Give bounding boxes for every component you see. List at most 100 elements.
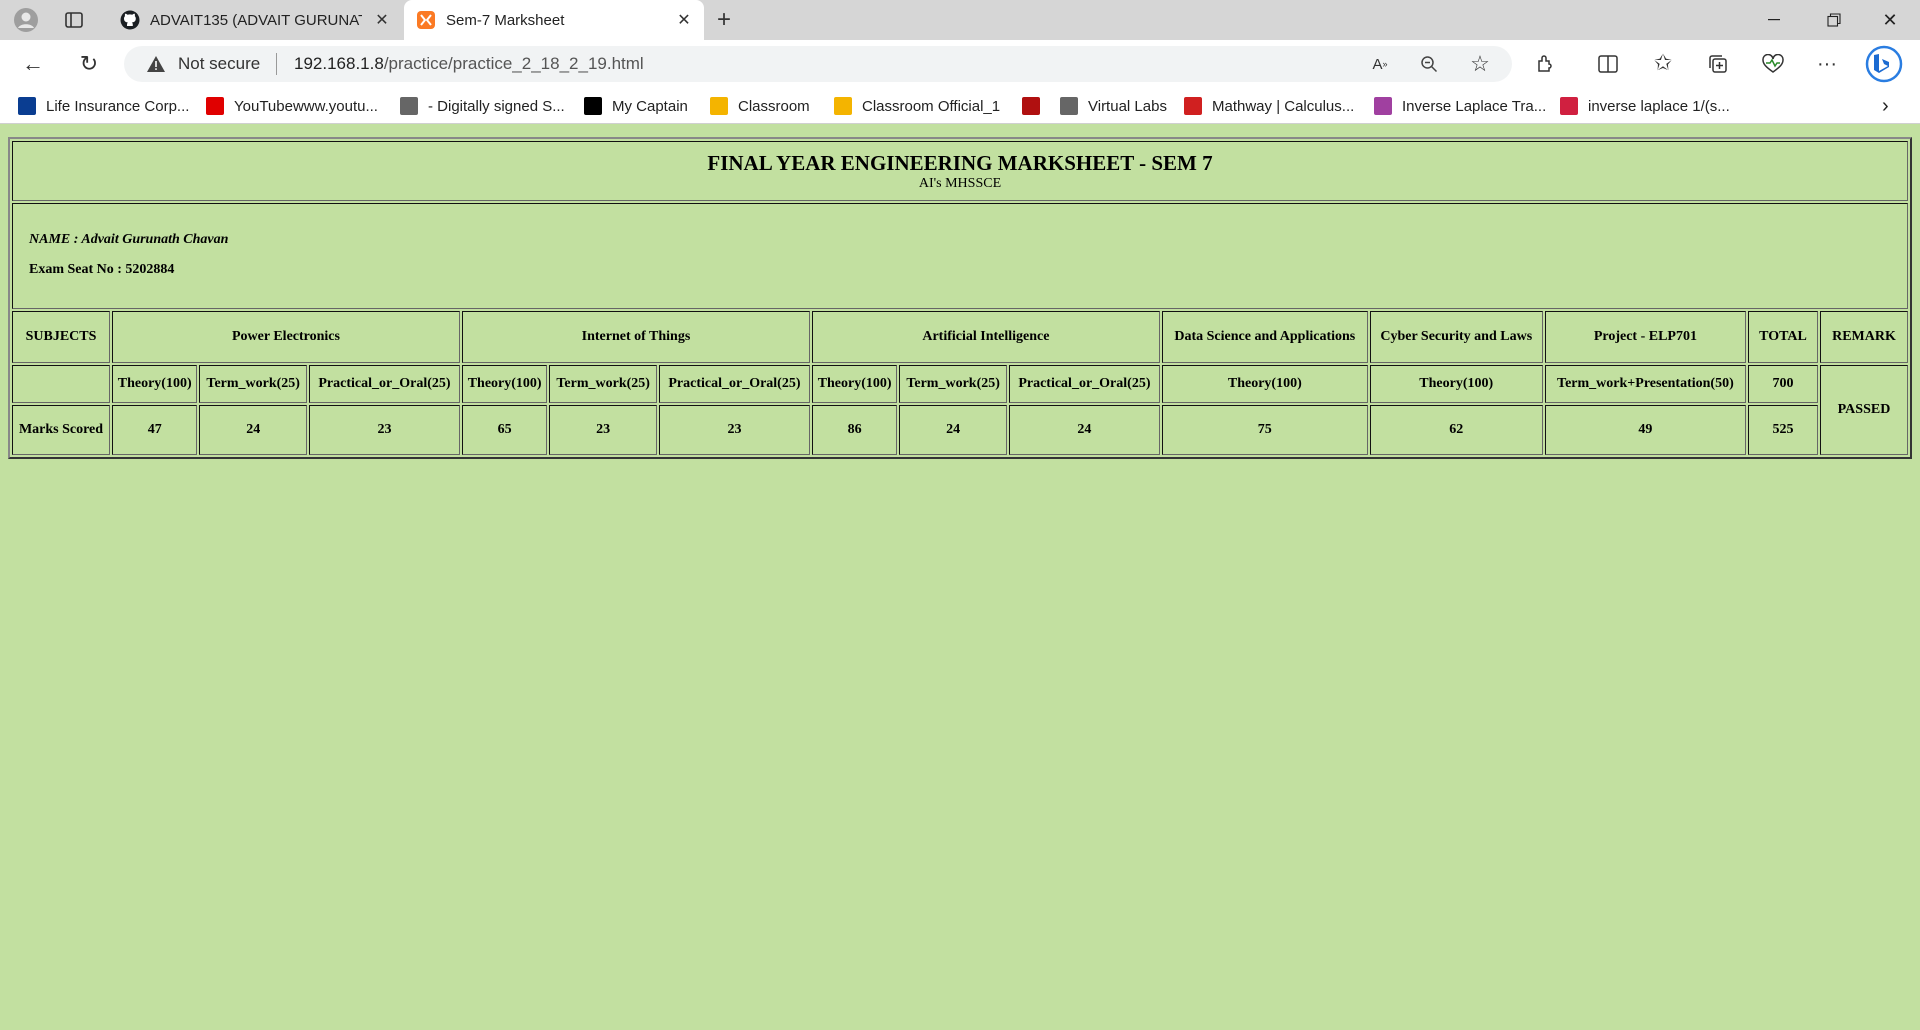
subject-header: Internet of Things — [461, 311, 810, 363]
score-cell: 24 — [1008, 405, 1160, 455]
score-cell: 86 — [811, 405, 898, 455]
empty-cell — [12, 365, 110, 403]
component-header: Practical_or_Oral(25) — [308, 365, 460, 403]
student-info: NAME : Advait Gurunath Chavan Exam Seat … — [12, 203, 1908, 309]
score-cell: 23 — [658, 405, 810, 455]
remark-cell: PASSED — [1820, 365, 1908, 455]
score-cell: 65 — [461, 405, 548, 455]
bookmark-item[interactable]: Life Insurance Corp... — [18, 88, 189, 124]
total-max-cell: 700 — [1748, 365, 1818, 403]
bookmark-item[interactable]: YouTubewww.youtu... — [206, 88, 378, 124]
bookmark-item[interactable]: Classroom — [710, 88, 810, 124]
bookmark-item[interactable]: inverse laplace 1/(s... — [1560, 88, 1730, 124]
back-arrow-icon[interactable]: ← — [20, 51, 46, 76]
component-header: Theory(100) — [1161, 365, 1368, 403]
component-header: Term_work+Presentation(50) — [1544, 365, 1746, 403]
read-aloud-icon[interactable]: A» — [1368, 54, 1392, 74]
favorites-icon[interactable]: ✩ — [1650, 50, 1676, 76]
component-header: Practical_or_Oral(25) — [658, 365, 810, 403]
bookmark-label: Classroom Official_1 — [862, 97, 1001, 115]
bookmark-item[interactable]: My Captain — [584, 88, 688, 124]
bookmark-label: Inverse Laplace Tra... — [1402, 97, 1547, 115]
seat-number: Exam Seat No : 5202884 — [29, 262, 175, 277]
zoom-icon[interactable] — [1418, 54, 1440, 74]
bookmark-item[interactable]: - Digitally signed S... — [400, 88, 565, 124]
symbolab-icon — [1374, 97, 1392, 115]
score-cell: 23 — [549, 405, 657, 455]
navigation-toolbar: ← ↻ Not secure 192.168.1.8/practice/prac… — [0, 40, 1920, 88]
component-header: Practical_or_Oral(25) — [1008, 365, 1160, 403]
bookmark-label: inverse laplace 1/(s... — [1588, 97, 1730, 115]
mycaptain-icon — [584, 97, 602, 115]
mathway-icon — [1184, 97, 1202, 115]
refresh-icon[interactable]: ↻ — [76, 51, 102, 76]
bookmark-item[interactable]: Virtual Labs — [1060, 88, 1167, 124]
remark-header: REMARK — [1820, 311, 1908, 363]
url-path: /practice/practice_2_18_2_19.html — [383, 54, 644, 73]
close-tab-icon[interactable]: ✕ — [674, 10, 694, 30]
component-header: Theory(100) — [811, 365, 898, 403]
bookmark-item[interactable] — [1022, 88, 1050, 124]
component-header: Theory(100) — [461, 365, 548, 403]
more-options-icon[interactable]: ··· — [1814, 52, 1840, 76]
tab-marksheet[interactable]: Sem-7 Marksheet ✕ — [404, 0, 704, 40]
component-header: Term_work(25) — [549, 365, 657, 403]
marksheet-table: FINAL YEAR ENGINEERING MARKSHEET - SEM 7… — [8, 137, 1912, 459]
classroom-icon — [710, 97, 728, 115]
total-scored-cell: 525 — [1748, 405, 1818, 455]
profile-icon[interactable] — [12, 6, 40, 34]
symbolab-sy-icon — [1560, 97, 1578, 115]
score-cell: 47 — [112, 405, 198, 455]
bookmark-label: Mathway | Calculus... — [1212, 97, 1355, 115]
subject-header: Data Science and Applications — [1161, 311, 1368, 363]
bookmark-item[interactable]: Classroom Official_1 — [834, 88, 1000, 124]
favorite-star-icon[interactable]: ☆ — [1468, 51, 1492, 76]
total-header: TOTAL — [1748, 311, 1818, 363]
url-host: 192.168.1.8 — [294, 54, 384, 73]
subject-header: Artificial Intelligence — [811, 311, 1160, 363]
xampp-icon — [416, 10, 436, 30]
document-icon — [400, 97, 418, 115]
browser-essentials-icon[interactable] — [1760, 52, 1786, 76]
tab-actions-icon[interactable] — [62, 9, 86, 31]
bookmark-label: My Captain — [612, 97, 688, 115]
github-icon — [120, 10, 140, 30]
document-icon — [1060, 97, 1078, 115]
minimize-icon[interactable] — [1746, 0, 1802, 40]
classroom-icon — [834, 97, 852, 115]
bookmark-label: Life Insurance Corp... — [46, 97, 190, 115]
bookmarks-overflow-chevron-icon[interactable]: › — [1882, 88, 1889, 124]
component-header: Term_work(25) — [899, 365, 1007, 403]
tab-title: Sem-7 Marksheet — [446, 11, 565, 29]
extensions-icon[interactable] — [1534, 52, 1558, 76]
component-header: Term_work(25) — [199, 365, 307, 403]
split-screen-icon[interactable] — [1596, 52, 1620, 76]
restore-icon[interactable] — [1806, 0, 1862, 40]
collections-icon[interactable] — [1706, 52, 1730, 76]
tab-bar: ADVAIT135 (ADVAIT GURUNATH ✕ Sem-7 Marks… — [0, 0, 1920, 40]
page-title: FINAL YEAR ENGINEERING MARKSHEET - SEM 7 — [707, 150, 1213, 175]
lic-icon — [18, 97, 36, 115]
tab-github[interactable]: ADVAIT135 (ADVAIT GURUNATH ✕ — [108, 0, 402, 40]
bookmarks-bar: Life Insurance Corp... YouTubewww.youtu..… — [0, 88, 1920, 124]
college-name: AI's MHSSCE — [918, 175, 1002, 191]
subject-header: Cyber Security and Laws — [1369, 311, 1543, 363]
subjects-header: SUBJECTS — [12, 311, 110, 363]
score-cell: 24 — [199, 405, 307, 455]
security-status[interactable]: Not secure — [178, 54, 260, 74]
warning-icon[interactable] — [146, 55, 166, 73]
youtube-icon — [206, 97, 224, 115]
score-cell: 23 — [308, 405, 460, 455]
address-bar[interactable]: Not secure 192.168.1.8/practice/practice… — [124, 46, 1512, 82]
bing-copilot-icon[interactable] — [1864, 44, 1904, 84]
new-tab-icon[interactable]: + — [712, 6, 736, 33]
close-window-icon[interactable]: ✕ — [1862, 0, 1918, 40]
marksheet-header: FINAL YEAR ENGINEERING MARKSHEET - SEM 7… — [12, 141, 1908, 201]
bookmark-label: - Digitally signed S... — [428, 97, 565, 115]
url-text[interactable]: 192.168.1.8/practice/practice_2_18_2_19.… — [294, 54, 644, 74]
close-tab-icon[interactable]: ✕ — [372, 10, 392, 30]
bookmark-item[interactable]: Inverse Laplace Tra... — [1374, 88, 1546, 124]
bookmark-item[interactable]: Mathway | Calculus... — [1184, 88, 1354, 124]
subject-header: Power Electronics — [112, 311, 460, 363]
marks-scored-label: Marks Scored — [12, 405, 110, 455]
